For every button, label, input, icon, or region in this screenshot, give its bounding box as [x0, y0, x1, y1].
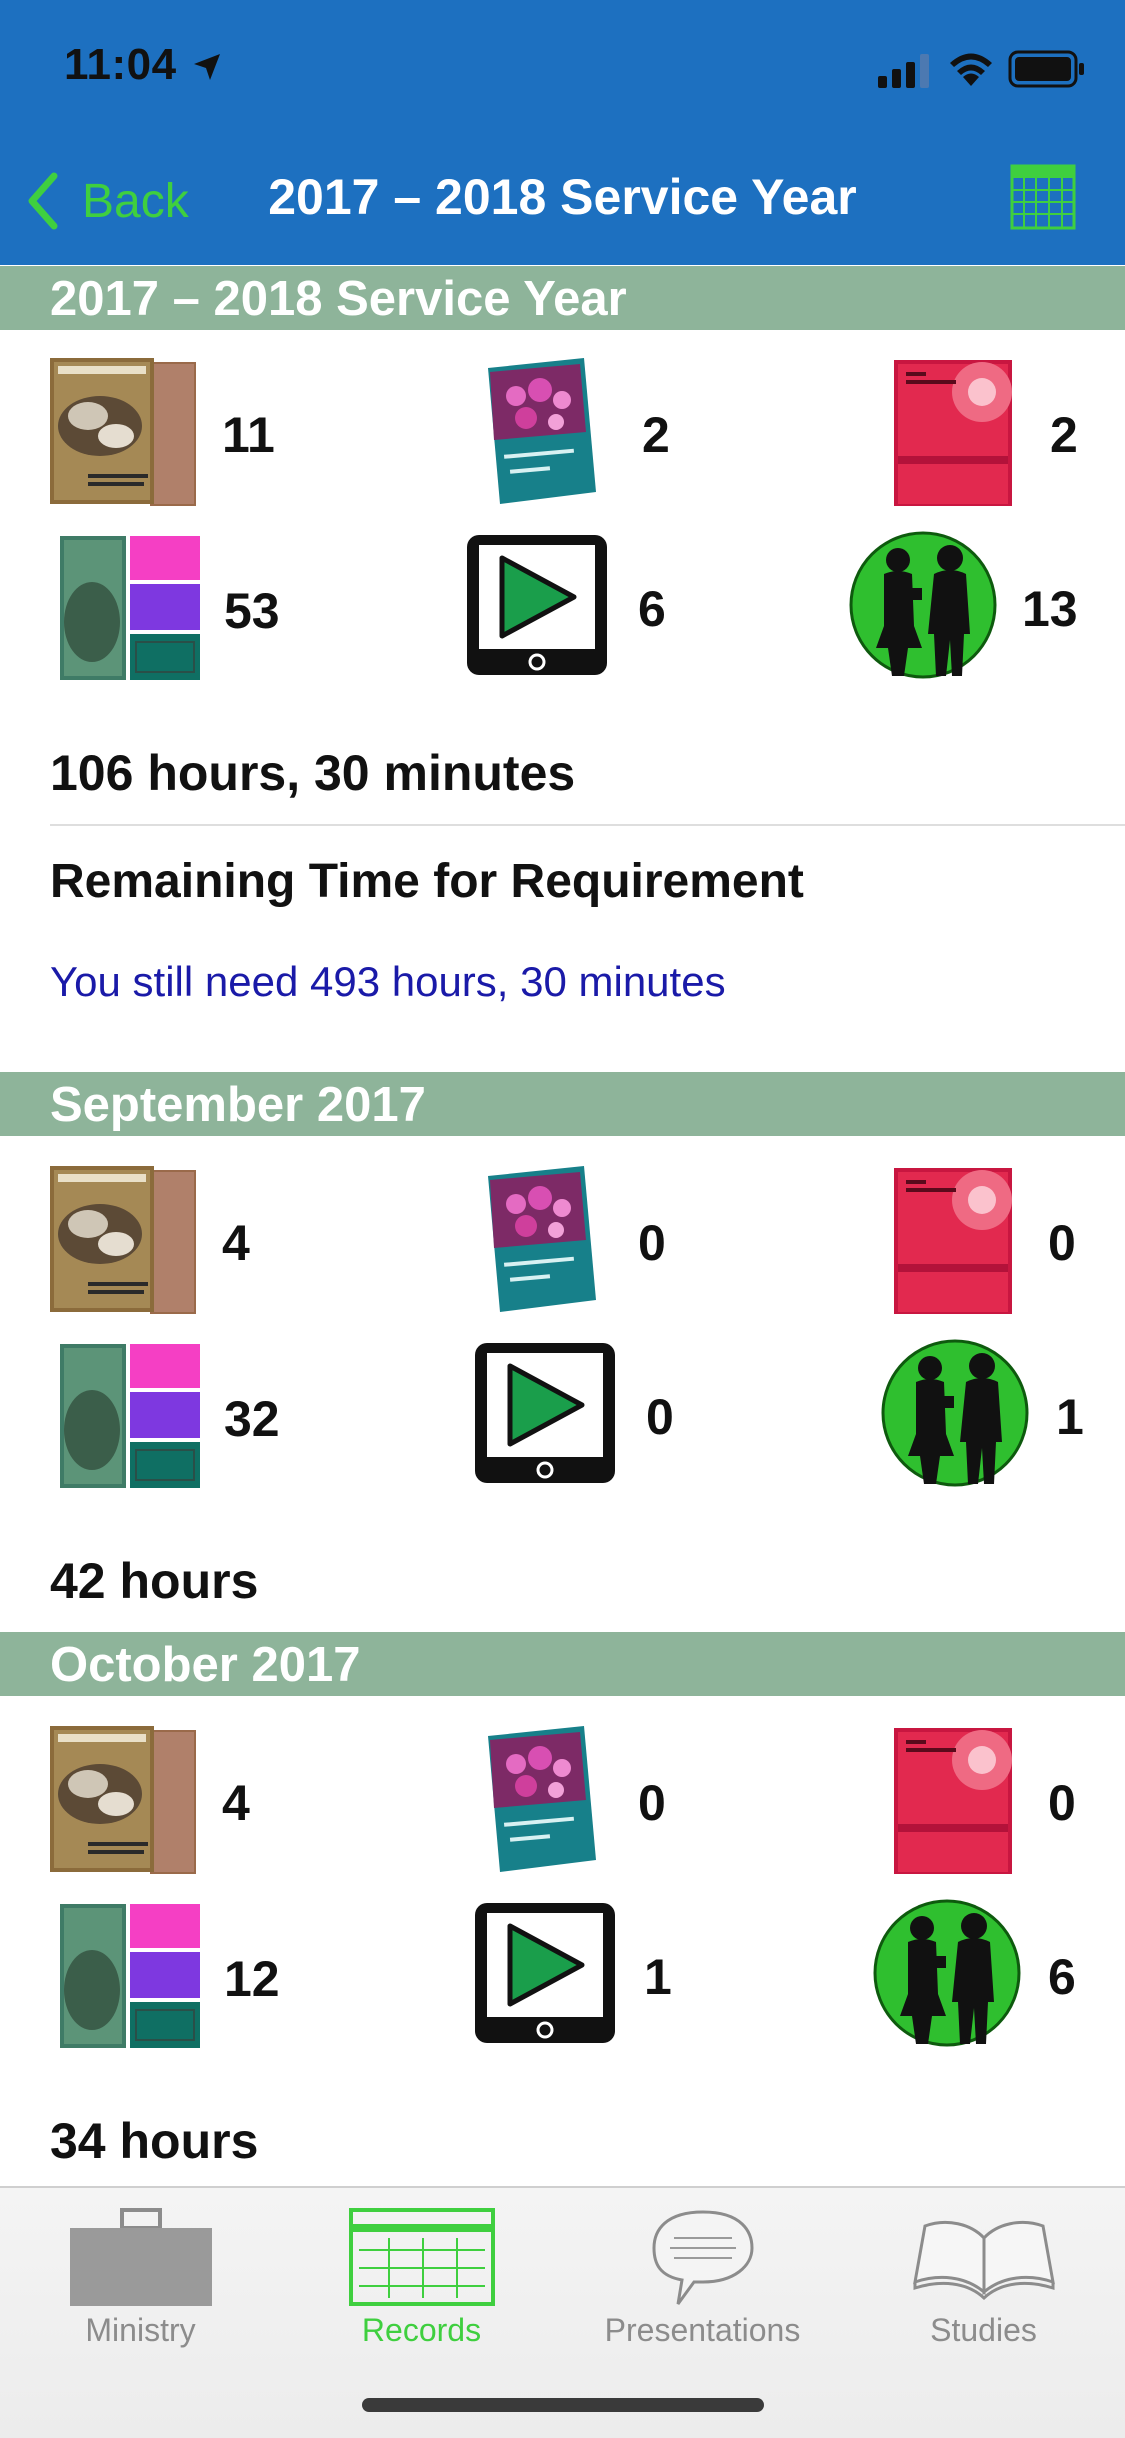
calendar-icon[interactable]	[1010, 164, 1076, 230]
stat-value: 6	[1048, 1949, 1076, 2005]
stat-value: 1	[644, 1949, 672, 2005]
stat-value: 53	[224, 583, 280, 639]
book-icon	[862, 1164, 1012, 1314]
video-player-icon	[470, 1338, 620, 1488]
tab-studies[interactable]: Studies	[843, 2198, 1124, 2348]
stat-return-visits: 6	[872, 1898, 1125, 2048]
requirement-title: Remaining Time for Requirement	[50, 855, 804, 908]
stat-return-visits: 1	[880, 1338, 1125, 1488]
status-time: 11:04	[64, 40, 177, 89]
tab-label: Presentations	[604, 2312, 801, 2348]
stat-value: 2	[1050, 407, 1078, 463]
brochure-icon	[48, 1724, 198, 1874]
hours-total: 106 hours, 30 minutes	[50, 745, 576, 801]
stat-value: 2	[642, 407, 670, 463]
open-book-icon	[913, 2220, 1055, 2301]
return-visits-icon	[848, 530, 998, 680]
stat-value: 13	[1022, 581, 1078, 637]
tab-label: Studies	[930, 2312, 1037, 2348]
stat-tracts: 12	[54, 1900, 374, 2050]
book-icon	[862, 356, 1012, 506]
stat-magazine: 2	[466, 356, 786, 506]
section-header-service-year: 2017 – 2018 Service Year	[0, 266, 1125, 330]
stat-value: 0	[638, 1215, 666, 1271]
video-player-icon	[470, 1898, 620, 2048]
stat-value: 12	[224, 1951, 280, 2007]
stat-videos: 6	[462, 530, 782, 680]
return-visits-icon	[880, 1338, 1030, 1488]
battery-icon	[1008, 50, 1084, 88]
stat-book: 2	[862, 356, 1125, 506]
records-icon	[349, 2208, 495, 2306]
stat-value: 1	[1056, 1389, 1084, 1445]
stat-videos: 1	[470, 1898, 790, 2048]
stat-magazine: 0	[466, 1164, 786, 1314]
stat-value: 11	[222, 407, 275, 463]
page-title: 2017 – 2018 Service Year	[268, 169, 857, 225]
wifi-icon	[950, 53, 992, 86]
stat-brochures: 4	[48, 1164, 368, 1314]
hours-total: 42 hours	[50, 1553, 259, 1609]
tracts-icon	[54, 1340, 204, 1490]
tab-records[interactable]: Records	[281, 2198, 562, 2348]
stat-value: 32	[224, 1391, 280, 1447]
tab-ministry[interactable]: Ministry	[0, 2198, 281, 2348]
speech-bubble-icon	[652, 2210, 754, 2305]
stat-book: 0	[862, 1724, 1125, 1874]
briefcase-icon	[70, 2208, 212, 2306]
return-visits-icon	[872, 1898, 1022, 2048]
stat-value: 4	[222, 1215, 250, 1271]
stat-value: 4	[222, 1775, 250, 1831]
tab-label: Ministry	[85, 2312, 196, 2348]
brochure-icon	[48, 356, 198, 506]
divider	[50, 824, 1125, 826]
stat-value: 0	[638, 1775, 666, 1831]
tab-label: Records	[361, 2312, 482, 2348]
tracts-icon	[54, 532, 204, 682]
hours-total: 34 hours	[50, 2113, 259, 2169]
magazine-icon	[466, 1724, 616, 1874]
stat-tracts: 53	[54, 532, 374, 682]
section-header-october: October 2017	[0, 1632, 1125, 1696]
home-indicator[interactable]	[362, 2398, 764, 2412]
stat-brochures: 11	[48, 356, 368, 506]
stat-return-visits: 13	[848, 530, 1125, 680]
stat-value: 0	[1048, 1775, 1076, 1831]
navigation-bar: 11:04 Back 2017 – 2018 Service Year	[0, 0, 1125, 265]
magazine-icon	[466, 1164, 616, 1314]
tracts-icon	[54, 1900, 204, 2050]
brochure-icon	[48, 1164, 198, 1314]
requirement-remaining: You still need 493 hours, 30 minutes	[50, 958, 726, 1005]
stat-magazine: 0	[466, 1724, 786, 1874]
stat-tracts: 32	[54, 1340, 374, 1490]
stat-brochures: 4	[48, 1724, 368, 1874]
location-arrow-icon	[194, 54, 220, 80]
magazine-icon	[466, 356, 616, 506]
stat-value: 6	[638, 581, 666, 637]
stat-videos: 0	[470, 1338, 790, 1488]
tab-presentations[interactable]: Presentations	[562, 2198, 843, 2348]
book-icon	[862, 1724, 1012, 1874]
stat-value: 0	[646, 1389, 674, 1445]
section-header-september: September 2017	[0, 1072, 1125, 1136]
video-player-icon	[462, 530, 612, 680]
cellular-signal-icon	[878, 54, 929, 88]
stat-value: 0	[1048, 1215, 1076, 1271]
stat-book: 0	[862, 1164, 1125, 1314]
